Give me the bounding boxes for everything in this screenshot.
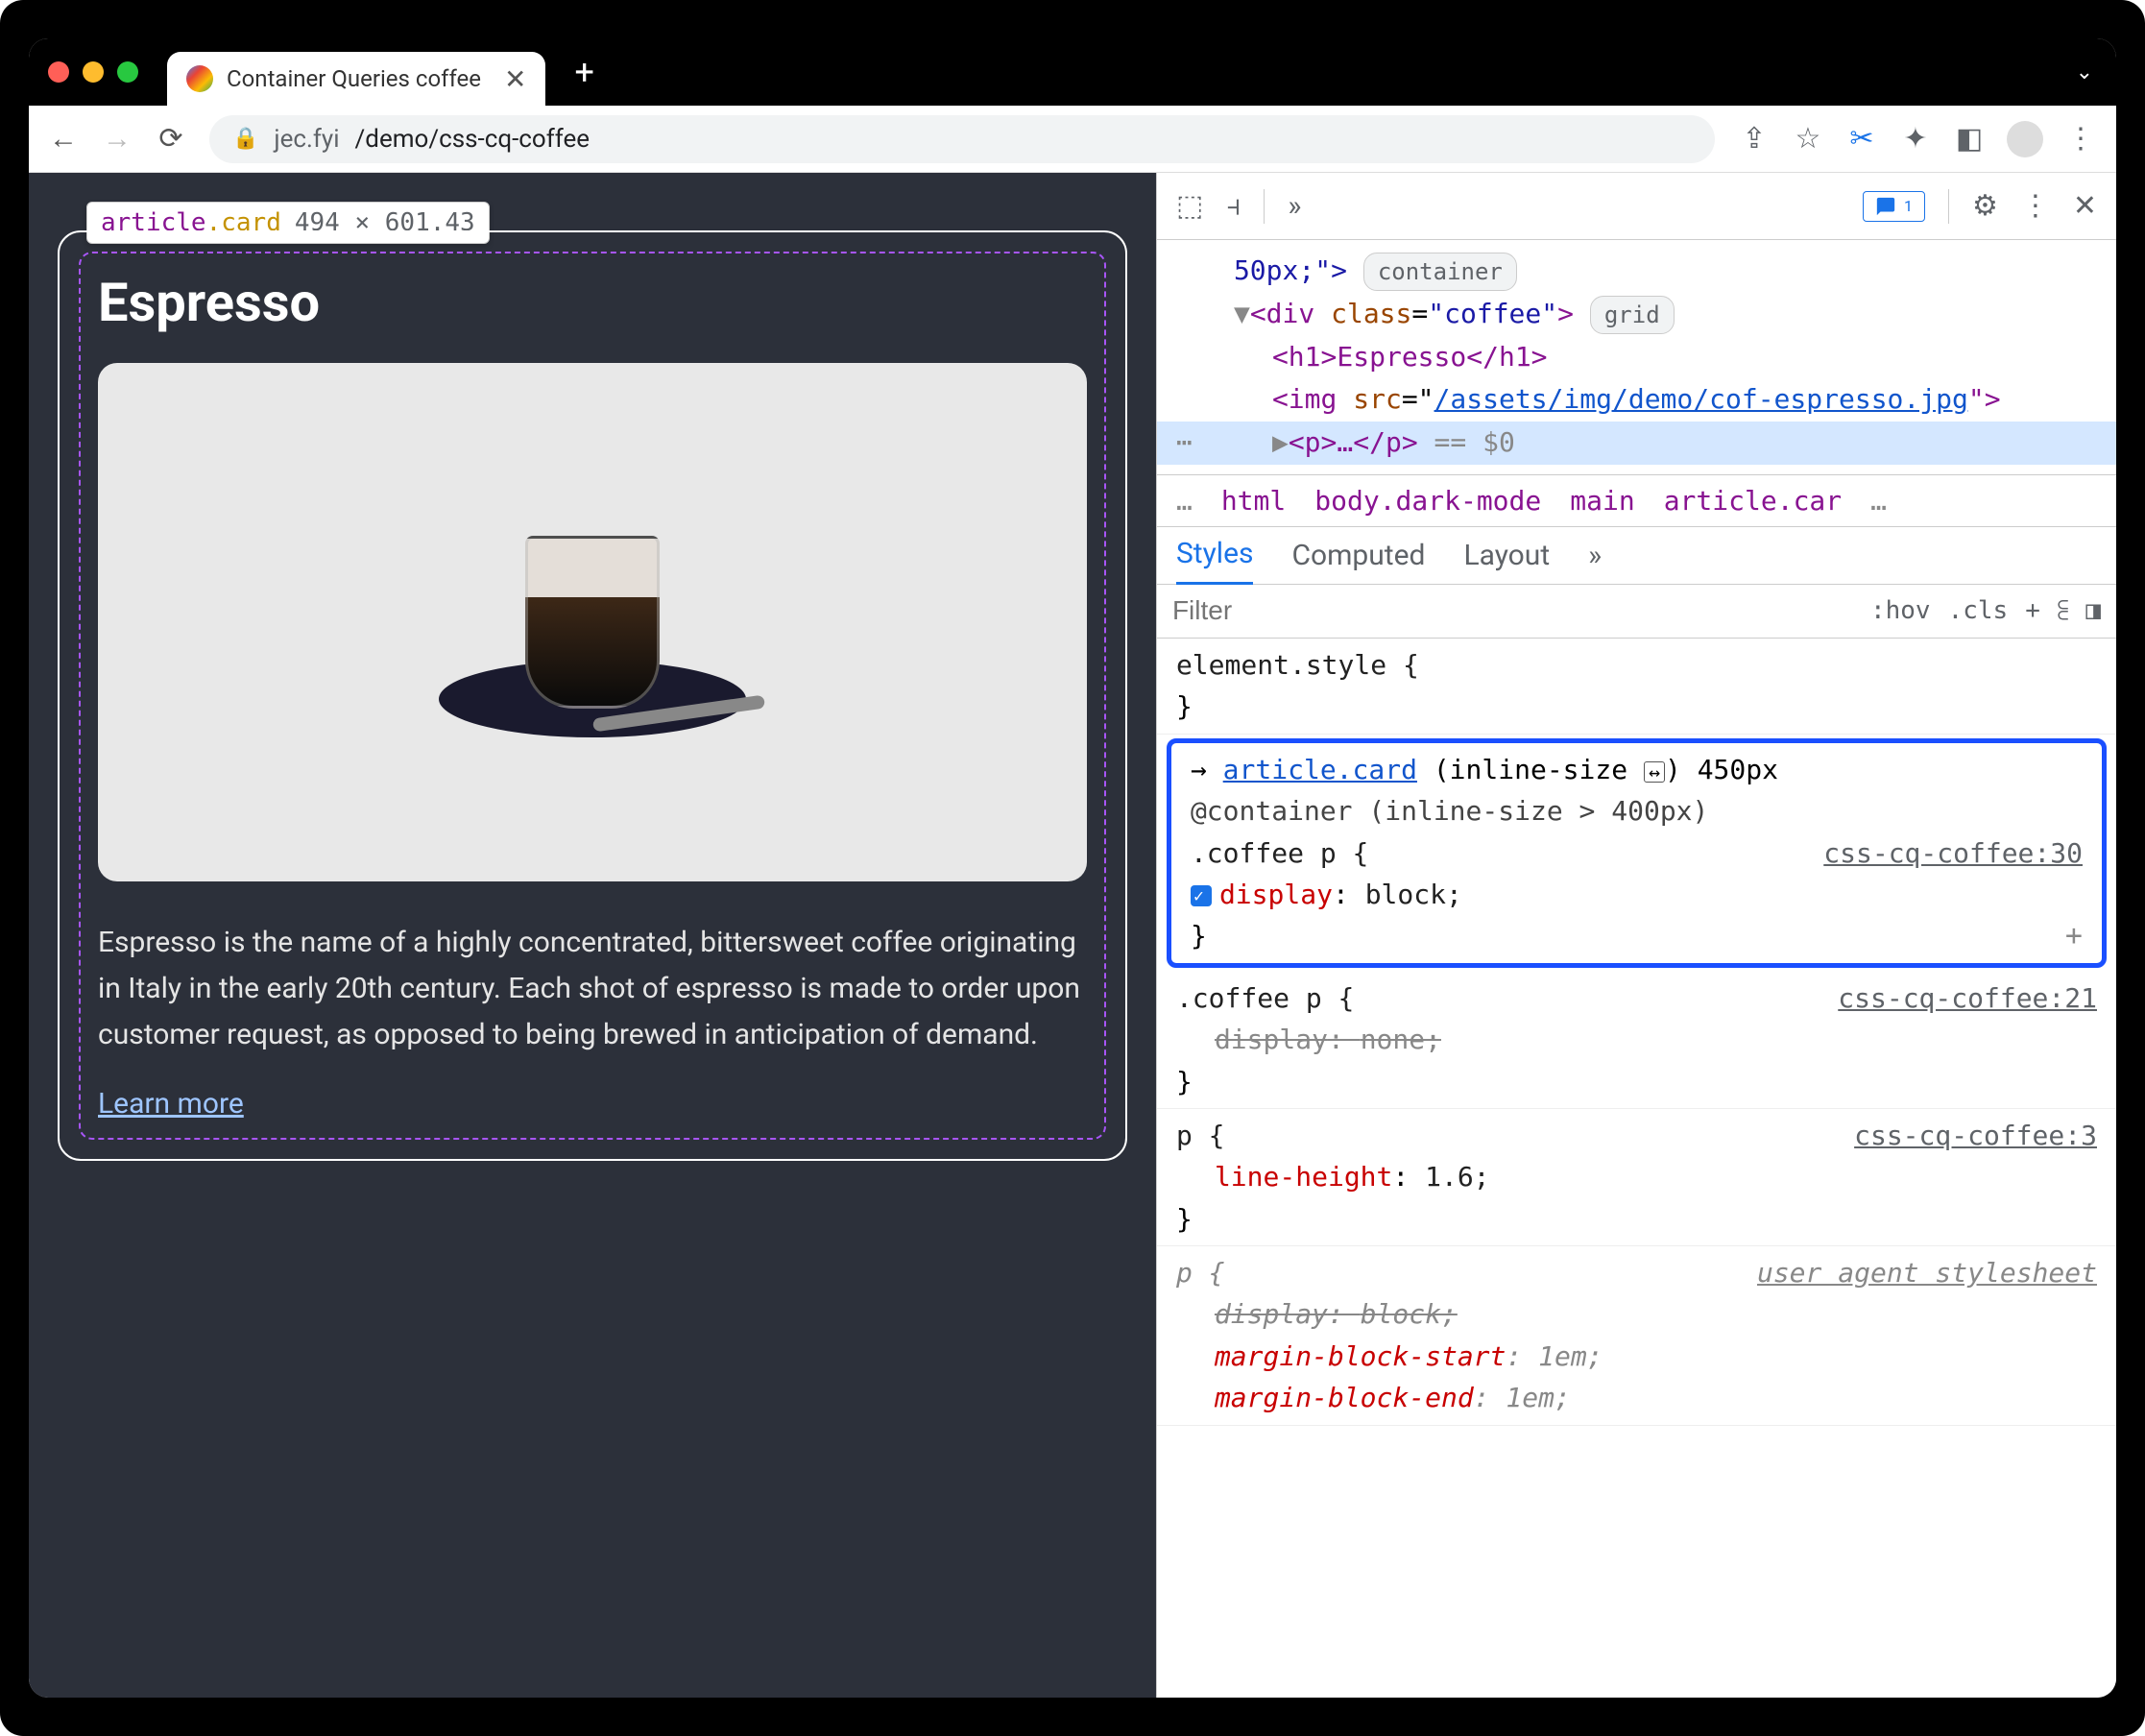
toggle-pane-icon[interactable]: ◨ <box>2085 596 2101 625</box>
crumb[interactable]: article.car <box>1664 485 1842 517</box>
image-src-link[interactable]: /assets/img/demo/cof-espresso.jpg <box>1434 383 1968 415</box>
back-icon[interactable]: ← <box>48 124 79 155</box>
grid-badge[interactable]: grid <box>1590 296 1675 334</box>
style-rule[interactable]: .coffee p {css-cq-coffee:21 display: non… <box>1157 972 2116 1109</box>
container-query-rule[interactable]: → article.card (inline-size ↔) 450px @co… <box>1167 738 2107 968</box>
selected-dom-node[interactable]: ▶<p>…</p> == $0 <box>1157 422 2116 465</box>
devtools-panel: ⬚ ⫞ » 1 ⚙ ⋮ ✕ 50px;"> container ▼<div cl… <box>1156 173 2116 1698</box>
new-tab-button[interactable]: + <box>574 52 593 92</box>
side-panel-icon[interactable]: ◧ <box>1953 123 1986 156</box>
url-bar: ← → ⟳ 🔒 jec.fyi/demo/css-cq-coffee ⇪ ☆ ✂… <box>29 106 2116 173</box>
traffic-lights <box>48 61 138 83</box>
more-tabs-icon[interactable]: » <box>1588 527 1602 584</box>
add-property-icon[interactable]: + <box>2065 914 2083 959</box>
tabs-menu-icon[interactable]: ⌄ <box>2076 60 2093 84</box>
inspect-element-icon[interactable]: ⬚ <box>1176 189 1203 223</box>
address-field[interactable]: 🔒 jec.fyi/demo/css-cq-coffee <box>209 115 1715 163</box>
more-tabs-icon[interactable]: » <box>1288 189 1301 223</box>
styles-tabs: Styles Computed Layout » <box>1157 527 2116 585</box>
favicon-icon <box>186 65 213 92</box>
property-checkbox[interactable] <box>1191 885 1212 906</box>
tab-styles[interactable]: Styles <box>1176 525 1254 585</box>
tab-computed[interactable]: Computed <box>1291 527 1425 584</box>
close-window-icon[interactable] <box>48 61 69 83</box>
source-link[interactable]: css-cq-coffee:30 <box>1823 832 2083 874</box>
extensions-icon[interactable]: ✦ <box>1899 123 1932 156</box>
titlebar: Container Queries coffee ✕ + ⌄ <box>29 38 2116 106</box>
device-toolbar-icon[interactable]: ⫞ <box>1226 189 1241 223</box>
settings-icon[interactable]: ⚙ <box>1972 189 1998 223</box>
computed-sidebar-icon[interactable]: ⫕ <box>2058 596 2068 626</box>
forward-icon[interactable]: → <box>102 124 133 155</box>
container-link[interactable]: article.card <box>1223 754 1417 785</box>
inline-size-icon: ↔ <box>1644 761 1665 783</box>
maximize-window-icon[interactable] <box>117 61 138 83</box>
container-badge[interactable]: container <box>1363 253 1517 291</box>
tab-title: Container Queries coffee <box>227 65 481 92</box>
issues-count: 1 <box>1904 197 1913 215</box>
share-icon[interactable]: ⇪ <box>1738 123 1771 156</box>
close-devtools-icon[interactable]: ✕ <box>2073 189 2097 223</box>
devtools-toolbar: ⬚ ⫞ » 1 ⚙ ⋮ ✕ <box>1157 173 2116 240</box>
new-rule-icon[interactable]: + <box>2025 596 2040 625</box>
styles-pane[interactable]: element.style { } → article.card (inline… <box>1157 639 2116 1698</box>
style-rule[interactable]: p {css-cq-coffee:3 line-height: 1.6; } <box>1157 1109 2116 1246</box>
ua-style-rule[interactable]: p {user agent stylesheet display: block;… <box>1157 1246 2116 1426</box>
source-link[interactable]: css-cq-coffee:3 <box>1854 1115 2097 1156</box>
url-path: /demo/css-cq-coffee <box>355 125 590 154</box>
close-tab-icon[interactable]: ✕ <box>504 63 526 95</box>
scissors-icon[interactable]: ✂ <box>1845 123 1878 156</box>
dom-breadcrumbs[interactable]: … html body.dark-mode main article.car … <box>1157 474 2116 527</box>
styles-filter-row: :hov .cls + ⫕ ◨ <box>1157 585 2116 639</box>
kebab-menu-icon[interactable]: ⋮ <box>2021 189 2050 223</box>
bookmark-icon[interactable]: ☆ <box>1792 123 1824 156</box>
reload-icon[interactable]: ⟳ <box>156 124 186 155</box>
card-description: Espresso is the name of a highly concent… <box>98 920 1087 1058</box>
learn-more-link[interactable]: Learn more <box>98 1087 244 1121</box>
card-heading: Espresso <box>98 271 1087 334</box>
filter-input[interactable] <box>1157 595 1855 626</box>
crumb[interactable]: body.dark-mode <box>1314 485 1541 517</box>
source-link[interactable]: css-cq-coffee:21 <box>1838 977 2097 1019</box>
lock-icon: 🔒 <box>232 127 258 151</box>
coffee-card[interactable]: Espresso Espresso is the name of a highl… <box>58 230 1127 1161</box>
rendered-page: article.card 494 × 601.43 Espresso Espre… <box>29 173 1156 1698</box>
minimize-window-icon[interactable] <box>83 61 104 83</box>
crumb[interactable]: main <box>1570 485 1634 517</box>
tab-layout[interactable]: Layout <box>1463 527 1550 584</box>
ua-source: user agent stylesheet <box>1757 1252 2097 1293</box>
profile-avatar[interactable] <box>2007 121 2043 157</box>
cls-button[interactable]: .cls <box>1948 596 2009 625</box>
toolbar-icons: ⇪ ☆ ✂ ✦ ◧ ⋮ <box>1738 121 2097 157</box>
hov-button[interactable]: :hov <box>1870 596 1931 625</box>
url-host: jec.fyi <box>274 125 339 154</box>
chrome-frame: Container Queries coffee ✕ + ⌄ ← → ⟳ 🔒 j… <box>29 38 2116 1698</box>
menu-icon[interactable]: ⋮ <box>2064 123 2097 156</box>
issues-badge[interactable]: 1 <box>1863 191 1925 222</box>
dom-tree[interactable]: 50px;"> container ▼<div class="coffee"> … <box>1157 240 2116 474</box>
browser-window: Container Queries coffee ✕ + ⌄ ← → ⟳ 🔒 j… <box>0 0 2145 1736</box>
crumb[interactable]: html <box>1221 485 1286 517</box>
coffee-image <box>98 363 1087 881</box>
browser-tab[interactable]: Container Queries coffee ✕ <box>167 52 545 106</box>
element-style-rule[interactable]: element.style { } <box>1157 639 2116 735</box>
content-area: article.card 494 × 601.43 Espresso Espre… <box>29 173 2116 1698</box>
